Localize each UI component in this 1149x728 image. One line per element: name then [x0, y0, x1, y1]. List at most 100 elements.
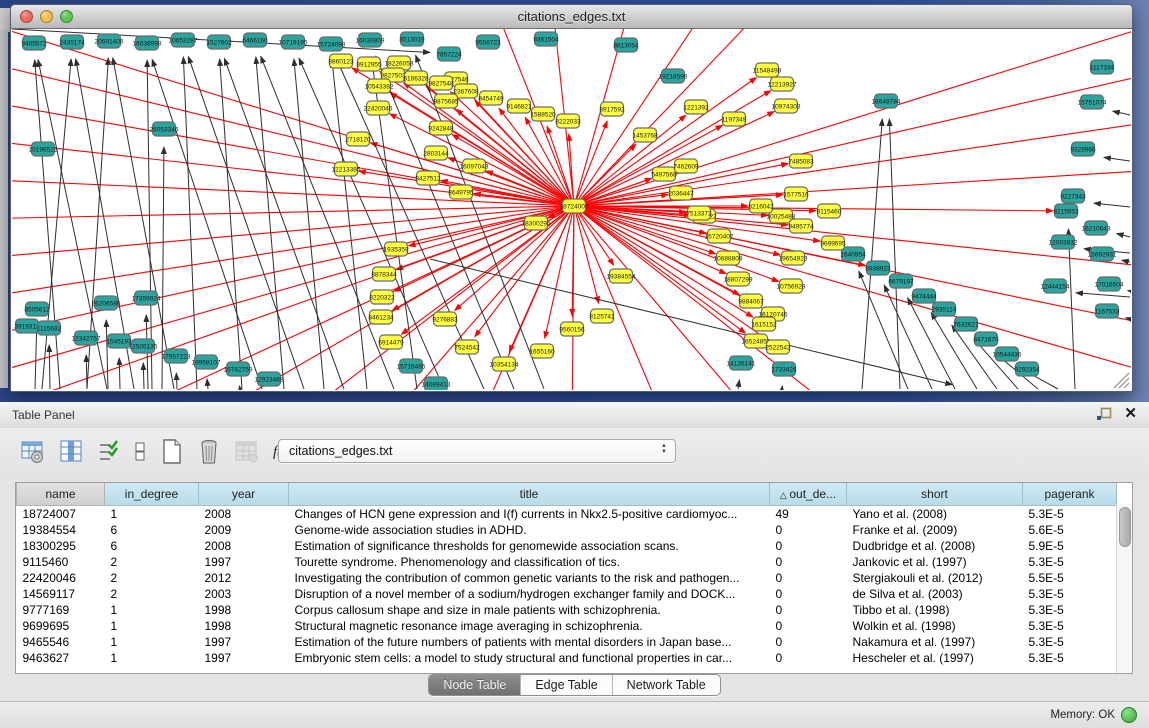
table-cell[interactable]: 2012 [199, 570, 289, 586]
table-cell[interactable]: 2003 [199, 586, 289, 602]
graph-node-teal[interactable]: 9361504 [533, 32, 559, 46]
import-table-icon[interactable] [20, 439, 46, 465]
graph-node-yellow[interactable]: 9699695 [820, 236, 846, 250]
graph-node-teal[interactable]: 16210643 [1082, 221, 1111, 235]
graph-node-teal[interactable]: 8513019 [399, 32, 425, 46]
graph-node-yellow[interactable]: 9146821 [506, 99, 532, 113]
red-edge[interactable] [574, 77, 756, 206]
delete-table-icon[interactable] [197, 438, 221, 466]
table-cell[interactable]: 2008 [199, 538, 289, 554]
graph-node-teal[interactable]: 15716485 [397, 359, 426, 373]
table-cell[interactable]: 9699695 [17, 618, 105, 634]
graph-node-teal[interactable]: 1117334 [1090, 60, 1115, 74]
graph-node-teal[interactable]: 12444154 [1041, 279, 1070, 293]
black-edge[interactable] [143, 363, 144, 389]
graph-node-yellow[interactable]: 1655160 [529, 344, 555, 358]
graph-node-teal[interactable]: 15724098 [317, 37, 346, 51]
table-cell[interactable]: 2009 [199, 522, 289, 538]
black-edge[interactable] [224, 58, 344, 389]
graph-node-yellow[interactable]: 12213927 [768, 77, 797, 91]
black-edge[interactable] [1126, 318, 1130, 319]
table-cell[interactable]: 5.3E-5 [1023, 506, 1117, 523]
row-height-icon[interactable] [133, 439, 147, 465]
graph-node-yellow[interactable]: 8454749 [478, 91, 504, 105]
graph-node-yellow[interactable]: 19384554 [607, 269, 636, 283]
red-edge[interactable] [12, 59, 574, 206]
black-edge[interactable] [176, 373, 177, 389]
table-cell[interactable]: 5.3E-5 [1023, 586, 1117, 602]
graph-node-yellow[interactable]: 9827548 [428, 76, 454, 90]
table-cell[interactable]: 22420046 [17, 570, 105, 586]
table-cell[interactable]: Investigating the contribution of common… [289, 570, 770, 586]
graph-node-teal[interactable]: 26206586 [92, 296, 121, 310]
graph-node-teal[interactable]: 12923468 [255, 372, 284, 386]
table-row[interactable]: 1872400712008Changes of HCN gene express… [17, 506, 1117, 523]
table-cell[interactable]: 0 [770, 554, 847, 570]
table-cell[interactable]: Hescheler et al. (1997) [847, 650, 1023, 666]
graph-node-yellow[interactable]: 9276883 [432, 312, 458, 326]
table-cell[interactable]: 9465546 [17, 634, 105, 650]
graph-node-yellow[interactable]: 2522542 [765, 340, 791, 354]
graph-node-yellow[interactable]: 8917592 [599, 102, 625, 116]
table-cell[interactable]: 49 [770, 506, 847, 523]
graph-node-teal[interactable]: 9556723 [475, 35, 501, 49]
tab-edge-table[interactable]: Edge Table [520, 675, 611, 695]
graph-node-yellow[interactable]: 10543382 [365, 79, 394, 93]
graph-node-yellow[interactable]: 9875685 [433, 94, 459, 108]
table-cell[interactable]: 0 [770, 522, 847, 538]
column-header-pagerank[interactable]: pagerank [1023, 483, 1117, 506]
table-cell[interactable]: Nakamura et al. (1997) [847, 634, 1023, 650]
graph-node-teal[interactable]: 16782759 [224, 362, 253, 376]
graph-node-teal[interactable]: 12342757 [72, 331, 101, 345]
column-header-out_de[interactable]: △ out_de... [770, 483, 847, 506]
table-cell[interactable]: 2008 [199, 506, 289, 523]
graph-node-teal[interactable]: 6466160 [242, 33, 268, 47]
table-cell[interactable]: 1 [105, 602, 199, 618]
table-cell[interactable]: 9463627 [17, 650, 105, 666]
black-edge[interactable] [1076, 293, 1130, 297]
black-edge[interactable] [152, 59, 262, 389]
graph-node-teal[interactable]: 15692931 [1088, 247, 1117, 261]
table-cell[interactable]: 18300295 [17, 538, 105, 554]
window-titlebar[interactable]: citations_edges.txt [11, 5, 1132, 29]
graph-node-teal[interactable]: 9227343 [1060, 189, 1086, 203]
black-edge[interactable] [35, 326, 37, 389]
table-cell[interactable]: 2 [105, 586, 199, 602]
graph-node-yellow[interactable]: 1615152 [751, 317, 777, 331]
graph-node-teal[interactable]: 15751074 [1078, 95, 1107, 109]
table-cell[interactable]: 2 [105, 554, 199, 570]
table-cell[interactable]: 6 [105, 522, 199, 538]
table-cell[interactable]: Dudbridge et al. (2008) [847, 538, 1023, 554]
table-row[interactable]: 1456911722003Disruption of a novel membe… [17, 586, 1117, 602]
scrollbar-thumb[interactable] [1119, 507, 1131, 547]
graph-node-yellow[interactable]: 8216042 [748, 199, 774, 213]
column-header-year[interactable]: year [199, 483, 289, 506]
table-cell[interactable]: Genome-wide association studies in ADHD. [289, 522, 770, 538]
graph-node-yellow[interactable]: 8220322 [369, 290, 395, 304]
black-edge[interactable] [86, 355, 87, 389]
table-row[interactable]: 946362711997Embryonic stem cells: a mode… [17, 650, 1117, 666]
show-columns-icon[interactable] [59, 439, 85, 465]
table-cell[interactable]: 0 [770, 602, 847, 618]
table-cell[interactable]: de Silva et al. (2003) [847, 586, 1023, 602]
graph-node-yellow[interactable]: 10354134 [490, 357, 519, 371]
table-cell[interactable]: 1998 [199, 602, 289, 618]
table-cell[interactable]: 9115460 [17, 554, 105, 570]
table-cell[interactable]: Changes of HCN gene expression and I(f) … [289, 506, 770, 523]
black-edge[interactable] [207, 379, 208, 389]
table-cell[interactable]: 1998 [199, 618, 289, 634]
graph-node-teal[interactable]: 1733426 [771, 362, 797, 376]
table-cell[interactable]: Wolkin et al. (1998) [847, 618, 1023, 634]
graph-node-yellow[interactable]: 8912955 [356, 57, 382, 71]
graph-node-teal[interactable]: 8471670 [973, 332, 999, 346]
graph-node-teal[interactable]: 1640954 [840, 247, 866, 261]
graph-node-yellow[interactable]: 9115460 [817, 204, 842, 218]
black-edge[interactable] [183, 57, 197, 389]
graph-node-teal[interactable]: 9474444 [911, 289, 937, 303]
graph-node-yellow[interactable]: 8427512 [415, 171, 441, 185]
graph-node-yellow[interactable]: 1577516 [783, 187, 809, 201]
red-edge[interactable] [396, 206, 574, 270]
table-cell[interactable]: Yano et al. (2008) [847, 506, 1023, 523]
graph-node-teal[interactable]: 10719195 [279, 35, 308, 49]
graph-node-yellow[interactable]: 8878344 [371, 267, 397, 281]
